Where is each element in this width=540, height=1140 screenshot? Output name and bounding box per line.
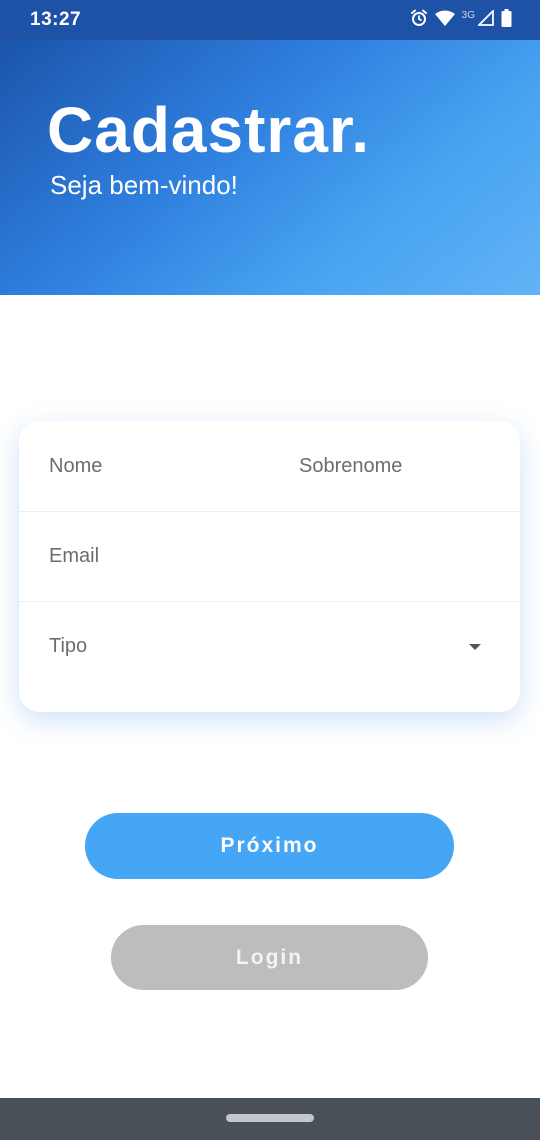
login-button[interactable]: Login (111, 925, 428, 990)
type-select-value: Tipo (49, 635, 88, 657)
signal-icon (476, 8, 494, 31)
header-banner: Cadastrar. Seja bem-vindo! (0, 40, 540, 295)
status-bar: 13:27 3G (0, 0, 540, 40)
email-row (19, 511, 520, 602)
wifi-icon (434, 10, 455, 31)
email-input[interactable] (49, 511, 499, 601)
name-row (19, 421, 520, 512)
type-row: Tipo (19, 602, 520, 712)
signup-form-card: Tipo (19, 421, 520, 712)
page-title: Cadastrar. (47, 94, 371, 166)
dropdown-arrow-icon (469, 644, 481, 650)
battery-icon (501, 8, 512, 32)
type-select[interactable]: Tipo (19, 602, 520, 692)
page-subtitle: Seja bem-vindo! (50, 170, 238, 200)
alarm-icon (410, 9, 428, 32)
network-type-label: 3G (461, 9, 475, 21)
first-name-input[interactable] (49, 421, 279, 511)
status-time: 13:27 (30, 9, 82, 30)
navigation-bar (0, 1098, 540, 1140)
last-name-input[interactable] (299, 421, 499, 511)
next-button[interactable]: Próximo (85, 813, 454, 879)
status-icons: 3G (410, 8, 512, 32)
home-gesture-handle[interactable] (226, 1114, 314, 1122)
